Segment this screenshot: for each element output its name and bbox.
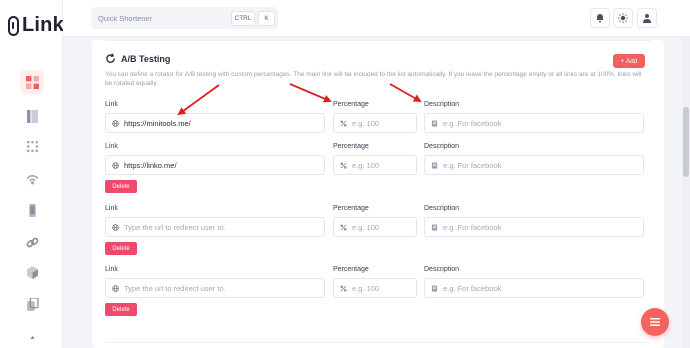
page-scrollbar[interactable] [682, 37, 690, 348]
percentage-placeholder: e.g. 100 [352, 283, 380, 293]
links-list-icon[interactable] [20, 104, 44, 128]
dashboard-icon[interactable] [20, 70, 44, 94]
section-header: A/B Testing [105, 53, 170, 64]
percentage-input[interactable]: e.g. 100 [333, 217, 417, 237]
mobile-icon[interactable] [20, 198, 44, 222]
description-label: Description [424, 205, 460, 212]
delete-button[interactable]: Delete [105, 303, 137, 316]
description-placeholder: e.g. For facebook [443, 283, 502, 293]
link-label: Link [105, 266, 118, 273]
link-input[interactable]: https://minitools.me/ [105, 113, 325, 133]
description-placeholder: e.g. For facebook [443, 118, 502, 128]
description-input[interactable]: e.g. For facebook [424, 217, 644, 237]
bell-icon [597, 14, 603, 23]
user-icon [643, 14, 651, 23]
percentage-input[interactable]: e.g. 100 [333, 155, 417, 175]
menu-icon [650, 318, 660, 326]
percent-icon [340, 161, 347, 169]
link-label: Link [105, 143, 118, 150]
percentage-label: Percentage [333, 143, 369, 150]
delete-button[interactable]: Delete [105, 180, 137, 193]
percentage-input[interactable]: e.g. 100 [333, 278, 417, 298]
percentage-placeholder: e.g. 100 [352, 222, 380, 232]
sun-icon [618, 13, 628, 23]
shortcut-key-ctrl: CTRL [231, 10, 255, 26]
percent-icon [340, 119, 347, 127]
percent-icon [340, 223, 347, 231]
percentage-placeholder: e.g. 100 [352, 160, 380, 170]
percentage-label: Percentage [333, 205, 369, 212]
globe-icon [112, 119, 119, 127]
description-input[interactable]: e.g. For facebook [424, 278, 644, 298]
description-input[interactable]: e.g. For facebook [424, 113, 644, 133]
search-placeholder: Quick Shortener [98, 13, 153, 23]
description-label: Description [424, 266, 460, 273]
section-title: A/B Testing [121, 53, 171, 64]
refresh-icon [106, 53, 115, 63]
add-button[interactable]: + Add [613, 54, 645, 68]
globe-icon [112, 161, 119, 169]
link-label: Link [105, 101, 118, 108]
ab-testing-card: A/B Testing + Add You can define a rotat… [92, 40, 664, 348]
link-placeholder: Type the url to redirect user to. [124, 222, 226, 232]
tag-icon [431, 119, 438, 127]
link-icon[interactable] [20, 230, 44, 254]
delete-button[interactable]: Delete [105, 242, 137, 255]
link-input[interactable]: Type the url to redirect user to. [105, 217, 325, 237]
description-input[interactable]: e.g. For facebook [424, 155, 644, 175]
link-input[interactable]: Type the url to redirect user to. [105, 278, 325, 298]
description-placeholder: e.g. For facebook [443, 160, 502, 170]
percentage-label: Percentage [333, 266, 369, 273]
logo-icon [8, 15, 19, 36]
section-description: You can define a rotator for A/B testing… [105, 71, 642, 87]
tag-icon [431, 161, 438, 169]
link-value: https://linko.me/ [124, 160, 177, 170]
percentage-label: Percentage [333, 101, 369, 108]
user-menu-button[interactable] [637, 8, 657, 28]
description-label: Description [424, 143, 460, 150]
tag-icon [431, 284, 438, 292]
divider [105, 40, 651, 41]
link-label: Link [105, 205, 118, 212]
quick-shortener-input[interactable]: Quick Shortener CTRL K [91, 7, 278, 29]
wifi-icon[interactable] [20, 166, 44, 190]
sidebar: Linko [0, 0, 76, 348]
percentage-placeholder: e.g. 100 [352, 118, 380, 128]
percent-icon [340, 284, 347, 292]
floating-menu-button[interactable] [641, 308, 669, 336]
more-icon[interactable] [20, 320, 44, 344]
link-input[interactable]: https://linko.me/ [105, 155, 325, 175]
tag-icon [431, 223, 438, 231]
description-label: Description [424, 101, 460, 108]
link-placeholder: Type the url to redirect user to. [124, 283, 226, 293]
percentage-input[interactable]: e.g. 100 [333, 113, 417, 133]
copy-icon[interactable] [20, 292, 44, 316]
notifications-button[interactable] [590, 8, 610, 28]
cube-icon[interactable] [20, 260, 44, 284]
description-placeholder: e.g. For facebook [443, 222, 502, 232]
scrollbar-thumb[interactable] [683, 107, 689, 177]
globe-icon [112, 223, 119, 231]
link-value: https://minitools.me/ [124, 118, 191, 128]
shortcut-key-k: K [258, 10, 275, 26]
topbar: Quick Shortener CTRL K [63, 0, 690, 37]
theme-toggle-button[interactable] [613, 8, 633, 28]
grid-dots-icon[interactable] [20, 134, 44, 158]
globe-icon [112, 284, 119, 292]
divider [105, 342, 651, 343]
